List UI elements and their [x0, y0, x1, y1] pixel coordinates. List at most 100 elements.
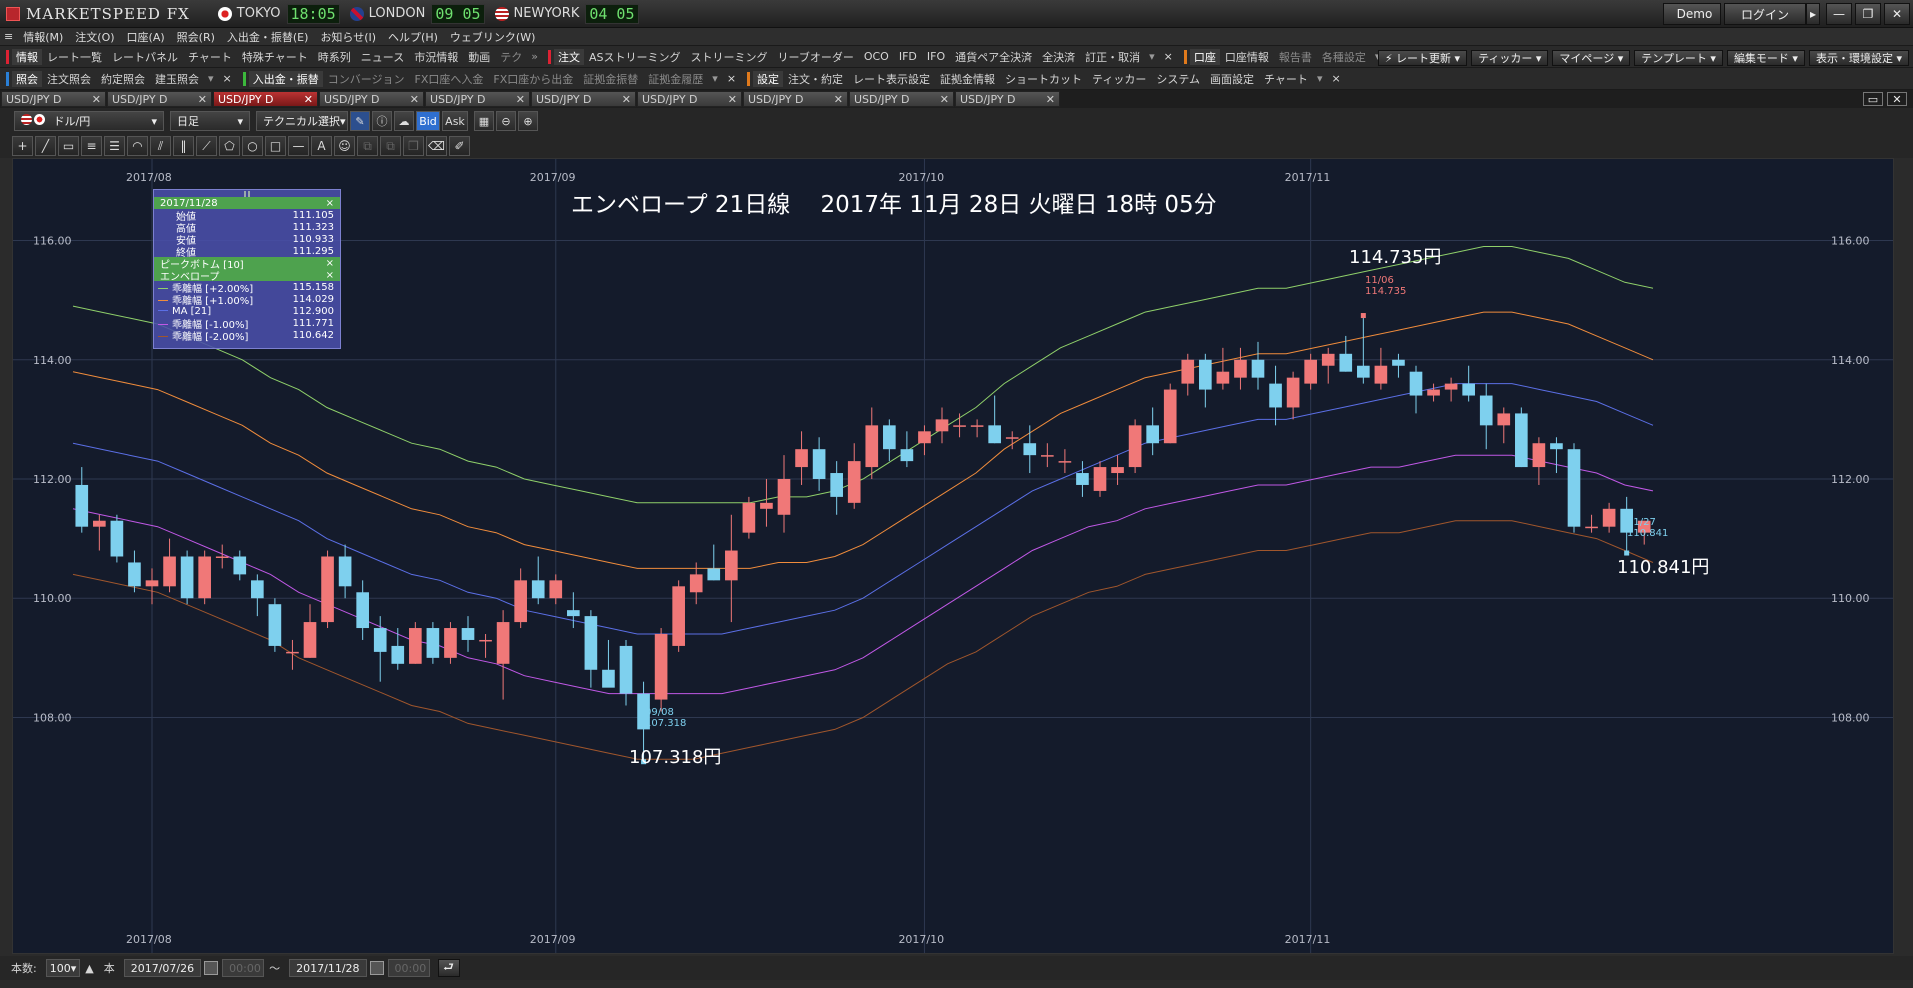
rate-update-button[interactable]: ⚡ レート更新 ▾	[1377, 50, 1468, 66]
tool-account-info[interactable]: 口座情報	[1220, 49, 1274, 65]
pentagon-icon[interactable]: ⬠	[219, 136, 240, 156]
from-date-input[interactable]: 2017/07/26	[123, 959, 202, 977]
arc-icon[interactable]: ◠	[127, 136, 148, 156]
tool-technical[interactable]: テク	[495, 49, 527, 65]
tool-system[interactable]: システム	[1151, 71, 1205, 87]
close-icon[interactable]: ×	[326, 258, 334, 269]
menu-notice[interactable]: お知らせ(I)	[314, 29, 382, 45]
tool-settle-all[interactable]: 全決済	[1037, 49, 1080, 65]
more-icon[interactable]: »	[531, 50, 538, 63]
demo-button[interactable]: Demo	[1663, 3, 1721, 25]
to-date-input[interactable]: 2017/11/28	[289, 959, 367, 977]
tool-pair-settle[interactable]: 通貨ペア全決済	[950, 49, 1037, 65]
restore-button[interactable]: ❐	[1855, 3, 1881, 25]
tab-close-icon[interactable]: ✕	[1046, 93, 1055, 106]
close-group-icon[interactable]: ×	[1331, 72, 1340, 85]
tab-close-icon[interactable]: ✕	[940, 93, 949, 106]
eraser-icon[interactable]: ⌫	[426, 136, 447, 156]
paste-icon[interactable]: ⧉	[380, 136, 401, 156]
return-button[interactable]: ⮐	[437, 959, 460, 977]
tool-shortcut[interactable]: ショートカット	[1000, 71, 1087, 87]
menu-order[interactable]: 注文(O)	[69, 29, 120, 45]
fibonacci-icon[interactable]: ☰	[104, 136, 125, 156]
edit-mode-button[interactable]: 編集モード ▾	[1726, 50, 1805, 66]
tool-ticker[interactable]: ティッカー	[1087, 71, 1151, 87]
fan-icon[interactable]: ⫽	[150, 136, 171, 156]
trendline-icon[interactable]: ╱	[35, 136, 56, 156]
tool-modify-cancel[interactable]: 訂正・取消	[1080, 49, 1145, 65]
calendar-icon[interactable]	[204, 961, 219, 975]
rectangle-icon[interactable]: □	[265, 136, 286, 156]
menu-inquiry[interactable]: 照会(R)	[171, 29, 221, 45]
tab-usdjpy-3[interactable]: USD/JPY D ✕	[319, 91, 424, 107]
tool-rate-display[interactable]: レート表示設定	[848, 71, 935, 87]
tool-leave-order[interactable]: リーブオーダー	[772, 49, 858, 65]
chart-type-icon[interactable]: ▦	[474, 111, 494, 131]
tool-rate-list[interactable]: レート一覧	[42, 49, 107, 65]
tool-order-inquiry[interactable]: 注文照会	[42, 71, 96, 87]
tab-close-icon[interactable]: ✕	[92, 93, 101, 106]
tab-close-icon[interactable]: ✕	[728, 93, 737, 106]
tab-usdjpy-8[interactable]: USD/JPY D ✕	[849, 91, 954, 107]
tool-market-info[interactable]: 市況情報	[409, 49, 463, 65]
tab-usdjpy-6[interactable]: USD/JPY D ✕	[637, 91, 742, 107]
template-button[interactable]: テンプレート ▾	[1634, 50, 1723, 66]
tool-ifd[interactable]: IFD	[894, 50, 922, 63]
tool-position-inquiry[interactable]: 建玉照会	[150, 71, 204, 87]
zoom-out-icon[interactable]: ⊖	[496, 111, 516, 131]
zoom-in-icon[interactable]: ⊕	[518, 111, 538, 131]
menu-info[interactable]: 情報(M)	[17, 29, 69, 45]
tool-video[interactable]: 動画	[463, 49, 495, 65]
close-group-icon[interactable]: ×	[727, 72, 736, 85]
menu-weblink[interactable]: ウェブリンク(W)	[444, 29, 541, 45]
dropdown-icon[interactable]: ▾	[712, 72, 718, 85]
tool-special-chart[interactable]: 特殊チャート	[237, 49, 313, 65]
channel-icon[interactable]: ⟋	[196, 136, 217, 156]
close-icon[interactable]: ×	[326, 198, 334, 209]
chart-area[interactable]: 108.00 108.00 110.00 110.00 112.00 112.00 114.…	[12, 158, 1894, 954]
close-panel-icon[interactable]: ✕	[1887, 92, 1907, 106]
tool-margin-history[interactable]: 証拠金履歴	[643, 71, 708, 87]
tool-news[interactable]: ニュース	[356, 49, 409, 65]
currency-pair-select[interactable]: ドル/円 ▾	[14, 111, 164, 131]
tab-close-icon[interactable]: ✕	[410, 93, 419, 106]
close-group-icon[interactable]: ×	[223, 72, 232, 85]
ask-button[interactable]: Ask	[442, 111, 468, 131]
menu-help[interactable]: ヘルプ(H)	[382, 29, 444, 45]
ohlc-info-panel[interactable]: 2017/11/28 × 始値 111.105 高値 111.323 安値 110.9…	[153, 189, 341, 349]
close-icon[interactable]: ×	[326, 270, 334, 281]
tool-conversion[interactable]: コンバージョン	[323, 71, 410, 87]
tool-chart-settings[interactable]: チャート	[1259, 71, 1313, 87]
info-icon[interactable]: ⓘ	[372, 111, 392, 131]
tool-order-exec-settings[interactable]: 注文・約定	[783, 71, 848, 87]
calendar-icon[interactable]	[369, 961, 384, 975]
close-button[interactable]: ✕	[1884, 3, 1910, 25]
tool-execution-inquiry[interactable]: 約定照会	[96, 71, 150, 87]
pen-icon[interactable]: ✎	[350, 111, 370, 131]
tab-close-icon[interactable]: ✕	[834, 93, 843, 106]
tab-usdjpy-2[interactable]: USD/JPY D ✕	[213, 91, 318, 107]
tool-screen-settings[interactable]: 画面設定	[1205, 71, 1259, 87]
tab-close-icon[interactable]: ✕	[304, 93, 313, 106]
login-arrow-button[interactable]: ▸	[1806, 3, 1820, 25]
menu-account[interactable]: 口座(A)	[121, 29, 171, 45]
tab-close-icon[interactable]: ✕	[516, 93, 525, 106]
erase-all-icon[interactable]: ✐	[449, 136, 470, 156]
close-group-icon[interactable]: ×	[1164, 50, 1173, 63]
tool-as-streaming[interactable]: ASストリーミング	[584, 49, 686, 65]
from-time-input[interactable]: 00:00	[222, 959, 265, 977]
tool-oco[interactable]: OCO	[859, 50, 894, 63]
tab-usdjpy-7[interactable]: USD/JPY D ✕	[743, 91, 848, 107]
maximize-panel-icon[interactable]: ▭	[1863, 92, 1883, 106]
menu-deposit[interactable]: 入出金・振替(E)	[221, 29, 315, 45]
tool-ifo[interactable]: IFO	[922, 50, 950, 63]
cloud-icon[interactable]: ☁	[394, 111, 414, 131]
tab-close-icon[interactable]: ✕	[622, 93, 631, 106]
display-settings-button[interactable]: 表示・環境設定 ▾	[1808, 50, 1909, 66]
menu-toggle-icon[interactable]: ≡	[0, 30, 17, 43]
login-button[interactable]: ログイン	[1724, 3, 1806, 25]
minimize-button[interactable]: —	[1826, 3, 1852, 25]
tab-usdjpy-1[interactable]: USD/JPY D ✕	[107, 91, 212, 107]
horizontal-lines-icon[interactable]: ≡	[81, 136, 102, 156]
ticker-button[interactable]: ティッカー ▾	[1471, 50, 1549, 66]
